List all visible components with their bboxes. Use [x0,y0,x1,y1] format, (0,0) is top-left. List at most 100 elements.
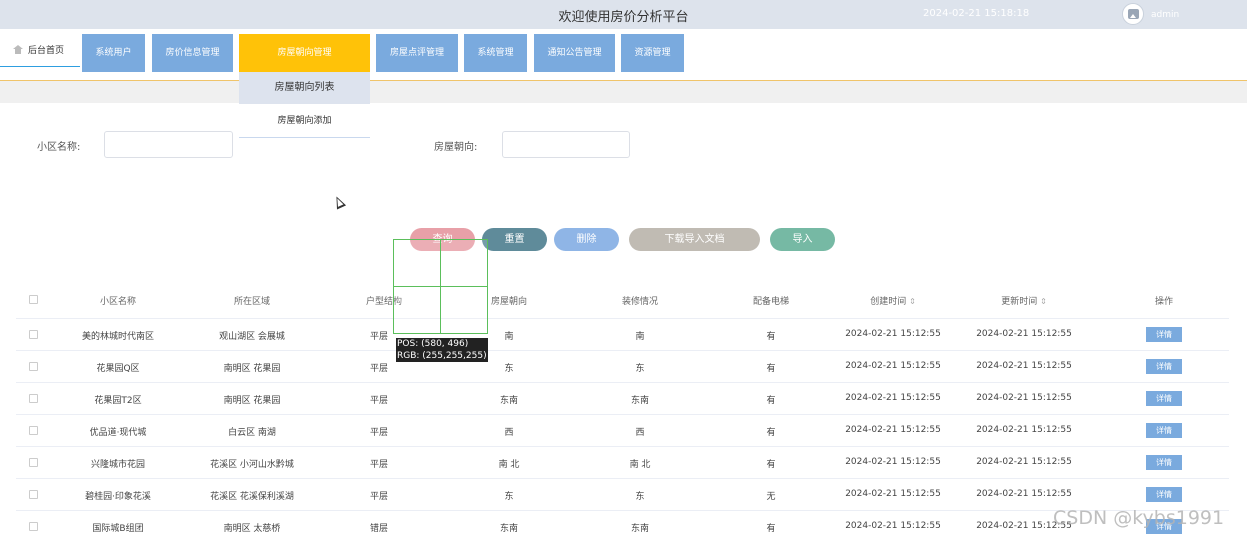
top-header: 欢迎使用房价分析平台 2024-02-21 15:18:18 admin [0,0,1247,29]
cell-orientation: 东 [504,492,514,502]
detail-button[interactable]: 详情 [1146,391,1182,406]
nav-item-notices[interactable]: 通知公告管理 [534,34,615,72]
cell-updated: 2024-02-21 15:12:55 [976,329,1072,339]
username[interactable]: admin [1151,10,1179,20]
cell-community: 优品道·现代城 [89,428,147,438]
cell-updated: 2024-02-21 15:12:55 [976,457,1072,467]
nav-home-label: 后台首页 [28,46,65,56]
cell-elevator: 有 [766,364,776,374]
cell-created: 2024-02-21 15:12:55 [845,489,941,499]
nav-item-system-users[interactable]: 系统用户 [82,34,145,72]
cell-updated: 2024-02-21 15:12:55 [976,425,1072,435]
cell-created: 2024-02-21 15:12:55 [845,361,941,371]
cell-community: 兴隆城市花园 [90,460,145,470]
table-header: 小区名称 所在区域 户型结构 房屋朝向 装修情况 配备电梯 创建时间 ⇕ 更新时… [16,285,1229,315]
cell-community: 国际城B组团 [92,524,144,534]
menu-item-orientation-add[interactable]: 房屋朝向添加 [239,106,370,136]
row-checkbox[interactable] [29,362,38,371]
delete-button[interactable]: 删除 [554,228,619,251]
cell-area: 观山湖区 会展城 [219,332,285,342]
nav-item-house-reviews[interactable]: 房屋点评管理 [376,34,458,72]
cell-layout: 平层 [369,492,388,502]
community-name-input[interactable] [104,131,233,158]
download-template-button[interactable]: 下载导入文档 [629,228,760,251]
picker-pos-text: POS: (580, 496) [397,339,469,349]
nav-item-system-management[interactable]: 系统管理 [464,34,527,72]
col-created[interactable]: 创建时间 ⇕ [838,294,948,307]
cell-community: 花果园Q区 [96,364,140,374]
table-row: 碧桂园·印象花溪 花溪区 花溪保利溪湖 平层 东 东 无 2024-02-21 15:12:… [16,478,1229,510]
table-row: 美的林城时代南区 观山湖区 会展城 平层南南有 2024-02-21 15:12:55… [16,318,1229,350]
table-row: 兴隆城市花园 花溪区 小河山水黔城 平层 南 北 南 北 有 2024-02-21 15:1… [16,446,1229,478]
col-created-label: 创建时间 [870,297,907,307]
row-checkbox[interactable] [29,490,38,499]
cell-decor: 东南 [630,396,649,406]
menu-item-orientation-list[interactable]: 房屋朝向列表 [239,72,370,104]
cell-created: 2024-02-21 15:12:55 [845,457,941,467]
cell-elevator: 有 [766,428,776,438]
cell-elevator: 有 [766,460,776,470]
row-checkbox[interactable] [29,330,38,339]
cell-layout: 平层 [369,396,388,406]
cell-area: 南明区 花果园 [223,364,281,374]
cell-decor: 东 [635,492,645,502]
watermark: CSDN @kybs1991 [1053,507,1225,529]
table-row: 花果园Q区 南明区 花果园 平层 东 东 有 2024-02-21 15:12:55 2024… [16,350,1229,382]
color-picker-info: POS: (580, 496) RGB: (255,255,255) [396,338,488,362]
nav-item-house-price[interactable]: 房价信息管理 [152,34,233,72]
reset-button[interactable]: 重置 [482,228,547,251]
avatar-icon[interactable] [1122,3,1144,25]
app-title: 欢迎使用房价分析平台 [558,10,689,25]
col-area: 所在区域 [233,297,270,307]
col-updated[interactable]: 更新时间 ⇕ [969,294,1079,307]
orientation-dropdown-menu: 房屋朝向列表 房屋朝向添加 [239,72,370,138]
cell-layout: 错层 [369,524,388,534]
cell-decor: 东 [635,364,645,374]
nav-item-resources[interactable]: 资源管理 [621,34,684,72]
nav-item-house-orientation[interactable]: 房屋朝向管理 [239,34,370,72]
detail-button[interactable]: 详情 [1146,455,1182,470]
cell-area: 花溪区 花溪保利溪湖 [210,492,294,502]
row-checkbox[interactable] [29,426,38,435]
cell-created: 2024-02-21 15:12:55 [845,393,941,403]
table-row: 花果园T2区 南明区 花果园 平层 东南 东南 有 2024-02-21 15:12:55 2… [16,382,1229,414]
mouse-cursor-icon [331,194,347,210]
cell-elevator: 无 [766,492,776,502]
cell-community: 花果园T2区 [94,396,142,406]
orientation-input[interactable] [502,131,630,158]
cell-layout: 平层 [369,460,388,470]
cell-layout: 平层 [369,364,388,374]
cell-created: 2024-02-21 15:12:55 [845,425,941,435]
table-row: 国际城B组团 南明区 太慈桥 错层 东南 东南有 2024-02-21 15:12:55 2… [16,510,1229,538]
cell-orientation: 南 北 [498,460,520,470]
col-decor: 装修情况 [621,297,658,307]
community-name-label: 小区名称: [37,142,81,153]
cell-decor: 南 [635,332,645,342]
cell-area: 花溪区 小河山水黔城 [210,460,294,470]
breadcrumb-bar [0,81,1247,103]
detail-button[interactable]: 详情 [1146,423,1182,438]
cell-elevator: 有 [766,524,776,534]
sort-icon[interactable]: ⇕ [909,297,916,306]
picker-rgb-text: RGB: (255,255,255) [397,351,487,361]
main-nav: 后台首页 系统用户 房价信息管理 房屋朝向管理 房屋点评管理 系统管理 通知公告… [0,29,1247,81]
col-community: 小区名称 [99,297,136,307]
select-all-checkbox[interactable] [29,295,38,304]
cell-area: 南明区 太慈桥 [223,524,281,534]
detail-button[interactable]: 详情 [1146,359,1182,374]
nav-home-tab[interactable]: 后台首页 [0,33,80,67]
import-button[interactable]: 导入 [770,228,835,251]
cell-updated: 2024-02-21 15:12:55 [976,393,1072,403]
detail-button[interactable]: 详情 [1146,327,1182,342]
cell-orientation: 东南 [499,524,518,534]
cell-decor: 西 [635,428,645,438]
row-checkbox[interactable] [29,394,38,403]
color-picker-crosshair [393,239,488,334]
table-row: 优品道·现代城 白云区 南湖 平层 西 西 有 2024-02-21 15:12:55 202… [16,414,1229,446]
detail-button[interactable]: 详情 [1146,487,1182,502]
cell-layout: 平层 [369,428,388,438]
row-checkbox[interactable] [29,522,38,531]
header-datetime: 2024-02-21 15:18:18 [923,8,1030,19]
sort-icon[interactable]: ⇕ [1040,297,1047,306]
row-checkbox[interactable] [29,458,38,467]
